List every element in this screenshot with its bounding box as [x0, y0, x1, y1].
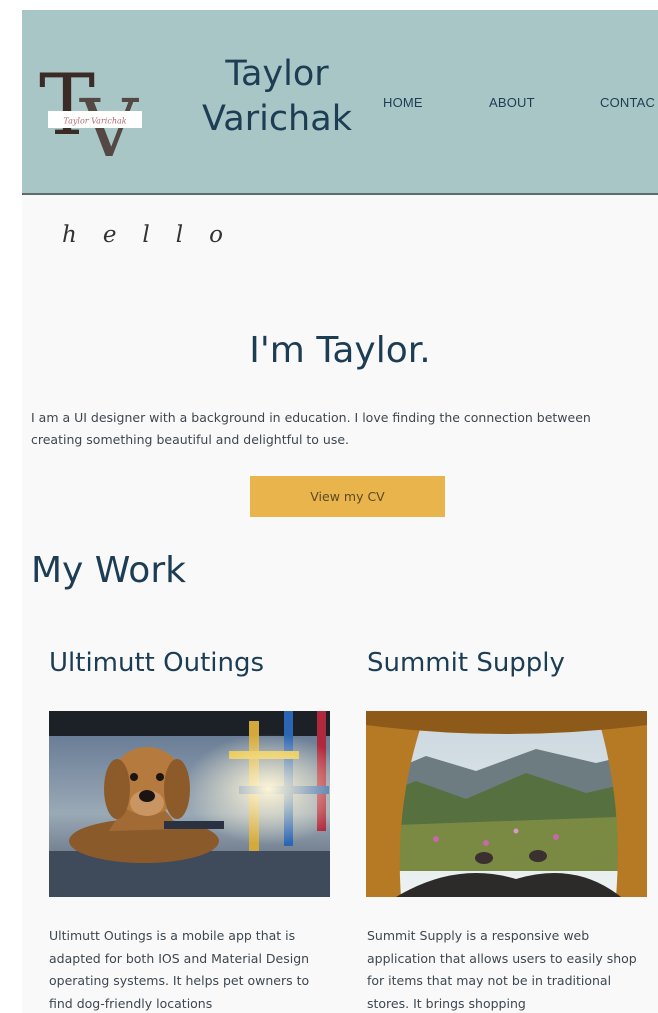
project-title-summit[interactable]: Summit Supply — [367, 648, 565, 678]
project-description-summit: Summit Supply is a responsive web applic… — [367, 928, 637, 1011]
page: T V Taylor Varichak Taylor Varichak HOME… — [22, 10, 658, 1013]
view-cv-button[interactable]: View my CV — [250, 476, 445, 517]
project-title-ultimutt[interactable]: Ultimutt Outings — [49, 648, 264, 678]
hello-greeting: hello — [62, 222, 249, 248]
nav-about[interactable]: ABOUT — [489, 95, 535, 110]
logo-signature: Taylor Varichak — [63, 117, 126, 126]
project-description-ultimutt: Ultimutt Outings is a mobile app that is… — [49, 928, 310, 1011]
my-work-heading: My Work — [31, 550, 186, 591]
site-title-last: Varichak — [202, 99, 352, 139]
site-title[interactable]: Taylor Varichak — [182, 52, 372, 142]
site-title-first: Taylor — [225, 54, 329, 94]
mountain-tent-photo[interactable] — [366, 711, 647, 897]
tv-logo[interactable]: T V Taylor Varichak — [36, 56, 152, 158]
hero-title: I'm Taylor. — [249, 330, 431, 371]
hero-description: I am a UI designer with a background in … — [31, 410, 591, 447]
nav-home[interactable]: HOME — [383, 95, 423, 110]
puppy-photo[interactable] — [49, 711, 330, 897]
site-header: T V Taylor Varichak Taylor Varichak HOME… — [22, 10, 658, 195]
nav-contact[interactable]: CONTAC — [600, 95, 655, 110]
